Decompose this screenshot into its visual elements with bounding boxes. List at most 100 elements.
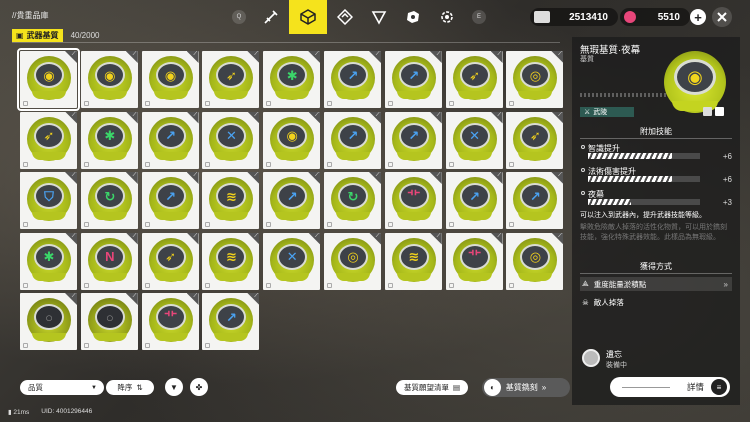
essence-orb-icon: ⻀ — [148, 298, 193, 342]
essence-item-card[interactable]: ✱ ⟋ — [263, 51, 321, 108]
attribute-symbol-icon: ◎ — [529, 249, 542, 264]
essence-item-card[interactable]: ↻ ⟋ — [80, 172, 138, 229]
sword-icon: ⟋ — [497, 111, 502, 118]
essence-item-card[interactable]: ◎ ⟋ — [506, 51, 564, 108]
essence-item-card[interactable]: ⻀ ⟋ — [384, 172, 442, 229]
essence-item-card[interactable]: ⻀ ⟋ — [141, 293, 199, 350]
essence-item-card[interactable]: ⻀ ⟋ — [445, 232, 503, 290]
ping-readout: ▮ 21ms — [8, 409, 30, 416]
tab-weapons[interactable] — [255, 1, 287, 33]
divider — [12, 42, 560, 43]
essence-item-card[interactable]: ↗ ⟋ — [506, 172, 564, 229]
attribute-symbol-icon: ↗ — [225, 309, 237, 325]
essence-orb-icon: ↗ — [452, 177, 497, 221]
essence-item-card[interactable]: ➶ ⟋ — [141, 232, 199, 290]
source-item[interactable]: ⟁ 重度能量淤積點 » — [580, 277, 732, 291]
attribute-symbol-icon: ✕ — [286, 249, 298, 264]
essence-item-card[interactable]: ➶ ⟋ — [506, 111, 564, 169]
essence-item-card[interactable]: ○ ⟋ — [80, 293, 138, 350]
lock-icon — [205, 282, 211, 288]
lock-icon — [509, 161, 515, 167]
source-item: ☠ 敵人掉落 — [580, 295, 732, 309]
sort-order-button[interactable]: 降序 ⇅ — [106, 380, 154, 395]
essence-item-card[interactable]: ↗ ⟋ — [263, 172, 321, 229]
essence-item-card[interactable]: ◉ ⟋ — [80, 51, 138, 108]
details-button[interactable]: 詳情 ≡ — [610, 377, 730, 397]
essence-item-card[interactable]: ✕ ⟋ — [202, 111, 260, 169]
essence-item-card[interactable]: ↗ ⟋ — [445, 172, 503, 229]
attribute-symbol-icon: ⻀ — [164, 309, 178, 325]
sort-dropdown[interactable]: 品質 ▼ — [20, 380, 104, 395]
attribute-symbol-icon: ◉ — [43, 67, 55, 83]
wishlist-button[interactable]: 基質願望清單 ▤ — [396, 380, 468, 395]
essence-item-card[interactable]: ↗ ⟋ — [323, 51, 381, 108]
equipped-by[interactable]: 遺忘 裝備中 — [580, 347, 732, 371]
attribute-symbol-icon: ✱ — [43, 249, 55, 264]
essence-orb-icon: ✕ — [270, 237, 315, 282]
essence-orb-icon: ◉ — [87, 56, 132, 100]
essence-item-card[interactable]: ✱ ⟋ — [20, 232, 77, 290]
close-button[interactable] — [712, 7, 732, 27]
essence-item-card[interactable]: ↗ ⟋ — [384, 51, 442, 108]
essence-item-card[interactable]: ◎ ⟋ — [506, 232, 564, 290]
weapon-type-badge: ⚔ 武陵 — [580, 107, 634, 117]
tab-essence[interactable] — [289, 0, 327, 34]
essence-item-card[interactable]: ≋ ⟋ — [384, 232, 442, 290]
skill-row: 夜幕 +3 — [580, 189, 732, 209]
lock-icon[interactable] — [715, 107, 724, 116]
skill-value: +6 — [722, 152, 732, 161]
attribute-symbol-icon: ○ — [105, 309, 114, 325]
essence-item-card[interactable]: ➶ ⟋ — [445, 51, 503, 108]
essence-item-card[interactable]: ↗ ⟋ — [141, 172, 199, 229]
essence-item-card[interactable]: ✱ ⟋ — [80, 111, 138, 169]
tab-gear[interactable] — [363, 1, 395, 33]
essence-item-card[interactable]: ✕ ⟋ — [445, 111, 503, 169]
essence-item-card[interactable]: ↗ ⟋ — [323, 111, 381, 169]
attribute-symbol-icon: ↗ — [347, 67, 359, 83]
essence-item-card[interactable]: ↻ ⟋ — [323, 172, 381, 229]
essence-orb-icon: ↗ — [391, 116, 436, 161]
attribute-symbol-icon: ↗ — [469, 188, 481, 204]
essence-item-card[interactable]: ◉ ⟋ — [263, 111, 321, 169]
essence-orb-icon: ◎ — [513, 56, 558, 100]
essence-item-card[interactable]: ⛉ ⟋ — [20, 172, 77, 229]
essence-item-card[interactable]: ➶ ⟋ — [202, 51, 260, 108]
essence-orb-icon: ⛉ — [27, 177, 71, 221]
sword-icon: ⟋ — [375, 172, 380, 178]
attribute-symbol-icon: ◉ — [286, 128, 298, 143]
shield-down-icon — [371, 11, 387, 25]
essence-item-card[interactable]: ≋ ⟋ — [202, 232, 260, 290]
element-filter-button[interactable]: ✤ — [190, 378, 208, 396]
essence-orb-icon: ⻀ — [452, 237, 497, 282]
essence-item-card[interactable]: ○ ⟋ — [20, 293, 77, 350]
essence-item-card[interactable]: ◉ ⟋ — [141, 51, 199, 108]
essence-item-card[interactable]: ↗ ⟋ — [202, 293, 260, 350]
detail-panel: 無瑕基質·夜幕 基質 ◉ ⚔ 武陵 附加技能 智識提升 +6 法術傷害提升 +6 夜幕 +… — [572, 37, 740, 405]
list-icon: ≡ — [711, 379, 727, 395]
essence-item-card[interactable]: ↗ ⟋ — [141, 111, 199, 169]
essence-item-card[interactable]: ↗ ⟋ — [384, 111, 442, 169]
trash-icon[interactable] — [703, 107, 712, 116]
key-hint-q: Q — [232, 10, 246, 24]
tab-materials[interactable] — [397, 1, 429, 33]
essence-item-card[interactable]: ◎ ⟋ — [323, 232, 381, 290]
tab-misc[interactable] — [431, 1, 463, 33]
essence-item-card[interactable]: N ⟋ — [80, 232, 138, 290]
essence-item-card[interactable]: ✕ ⟋ — [263, 232, 321, 290]
details-label: 詳情 — [686, 382, 704, 392]
tab-diamond[interactable] — [329, 1, 361, 33]
sword-icon: ⟋ — [436, 172, 441, 178]
filter-button[interactable]: ▼ — [165, 378, 183, 396]
essence-item-card[interactable]: ◉ ⟋ — [17, 48, 80, 111]
sort-label: 品質 — [28, 383, 43, 392]
add-currency-button[interactable]: + — [690, 9, 706, 25]
essence-orb-icon: ↗ — [209, 298, 254, 342]
essence-item-card[interactable]: ➶ ⟋ — [20, 111, 77, 169]
essence-orb-icon: ↗ — [330, 56, 375, 100]
essence-item-card[interactable]: ≋ ⟋ — [202, 172, 260, 229]
lock-icon — [23, 101, 28, 106]
essence-cube-icon — [300, 9, 316, 25]
essence-orb-icon: ◎ — [330, 237, 375, 282]
essence-orb-icon: ↗ — [513, 177, 558, 221]
engrave-button[interactable]: ◐ 基質鐫刻 » — [482, 378, 570, 397]
